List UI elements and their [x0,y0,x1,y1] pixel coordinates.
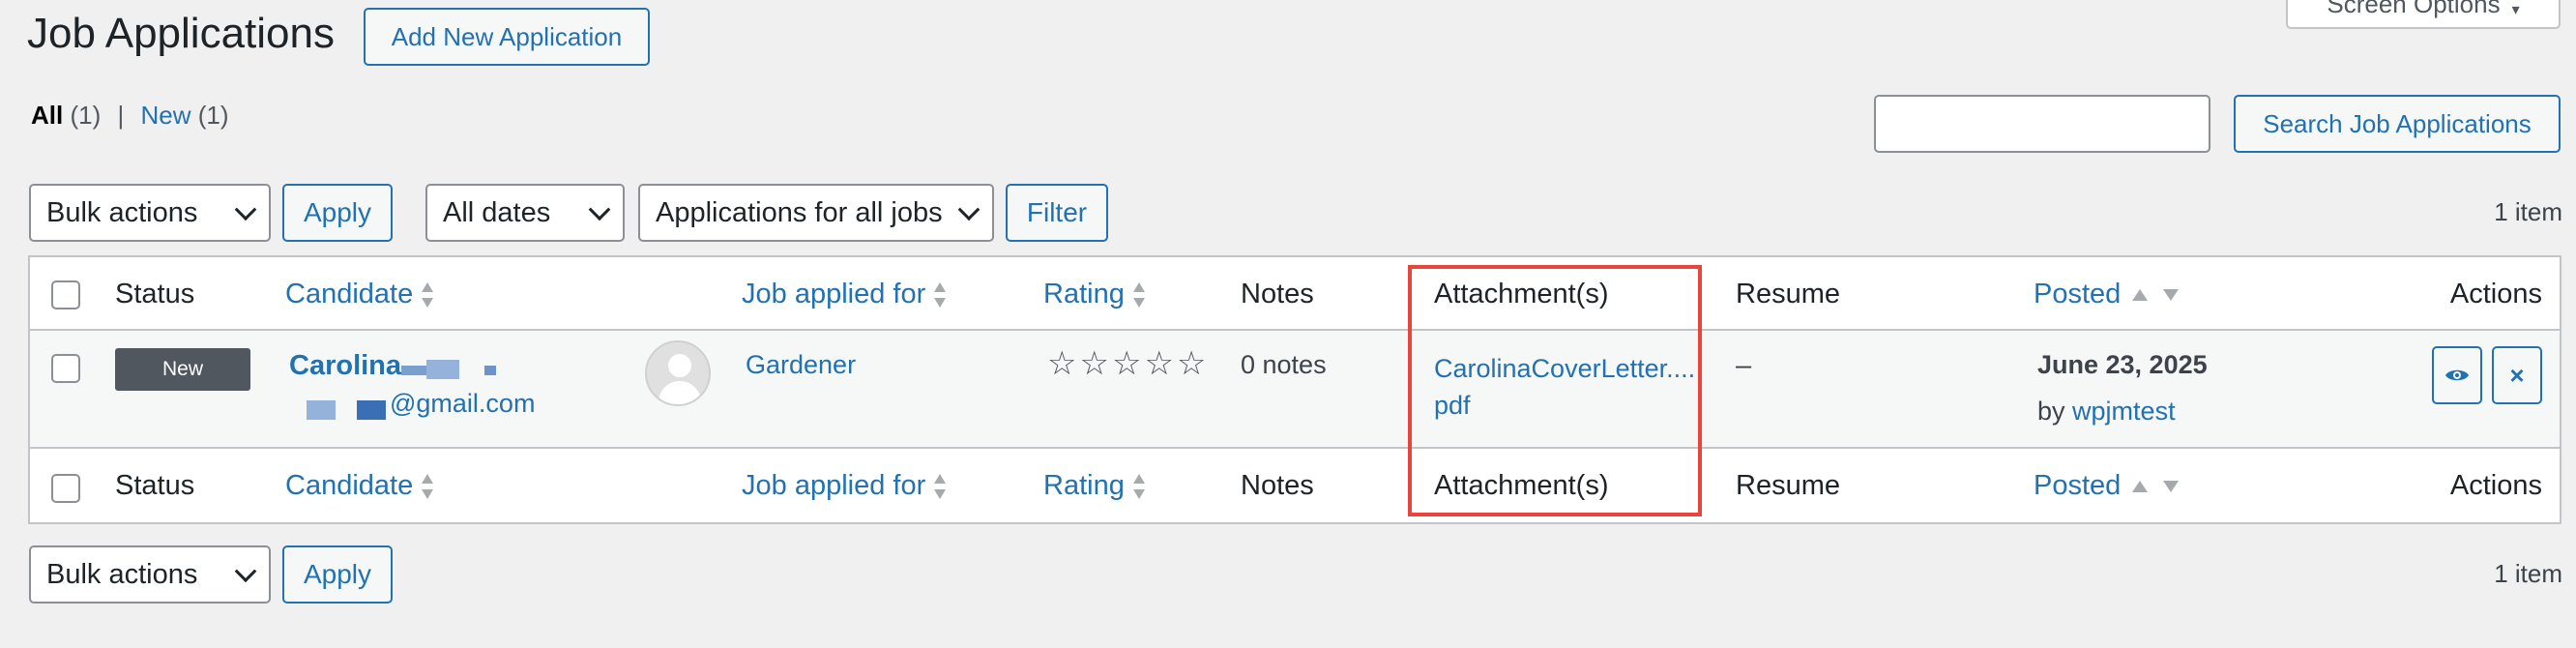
views-list: All (1) | New (1) [31,101,229,131]
view-all-link[interactable]: All [31,101,63,130]
sort-asc-icon [2132,481,2149,493]
column-posted-footer[interactable]: Posted [2034,470,2180,502]
column-job-label: Job applied for [742,279,926,309]
rating-stars[interactable]: ☆☆☆☆☆ [1047,344,1209,383]
candidate-name: Carolina [289,350,402,381]
chevron-down-icon [234,198,257,221]
item-count-top: 1 item [2494,197,2562,226]
avatar [645,340,711,406]
candidate-email-link[interactable]: @gmail.com [390,389,535,419]
sort-icon [421,280,434,309]
view-new-count: (1) [197,101,229,130]
column-candidate-footer[interactable]: Candidate [285,470,434,502]
column-rating-label: Rating [1043,279,1125,309]
column-resume: Resume [1736,279,1840,309]
chevron-down-icon: ▾ [2511,2,2520,18]
view-new-link[interactable]: New [140,101,190,130]
apply-button-bottom[interactable]: Apply [282,545,393,604]
chevron-down-icon [957,198,981,221]
select-all-checkbox-bottom[interactable] [51,474,80,503]
row-checkbox[interactable] [51,354,80,383]
column-resume-footer: Resume [1736,470,1840,501]
views-separator: | [117,101,125,130]
screen-options-label: Screen Options [2327,0,2501,18]
eye-icon [2445,369,2469,381]
apply-button-top[interactable]: Apply [282,184,393,242]
redacted-email [307,400,336,420]
status-badge: New [115,348,250,391]
filter-button[interactable]: Filter [1006,184,1108,242]
view-all-count: (1) [70,101,102,130]
applications-table: Status Candidate Job applied for Rating … [28,255,2561,524]
attachments-column-highlight [1408,265,1702,516]
column-job-label: Job applied for [742,470,926,501]
column-candidate[interactable]: Candidate [285,279,434,310]
posted-by-prefix: by [2037,397,2065,426]
search-button[interactable]: Search Job Applications [2234,95,2561,153]
sort-desc-icon [2163,481,2180,493]
sort-icon [1132,280,1146,309]
column-actions: Actions [2449,279,2542,309]
page-title: Job Applications [27,10,335,57]
sort-asc-icon [2132,289,2149,302]
posted-date: June 23, 2025 [2037,350,2208,379]
column-rating[interactable]: Rating [1043,279,1146,310]
table-header-row: Status Candidate Job applied for Rating … [30,257,2560,331]
bulk-actions-value: Bulk actions [46,558,198,590]
bulk-actions-value: Bulk actions [46,196,198,228]
bulk-actions-select-top[interactable]: Bulk actions [29,184,271,242]
sort-icon [933,280,947,309]
column-status: Status [115,279,195,309]
search-input[interactable] [1874,95,2210,153]
column-actions-footer: Actions [2449,470,2542,501]
posted-by: by wpjmtest [2037,397,2176,427]
column-posted-label: Posted [2034,279,2122,309]
resume-value: – [1736,350,1752,381]
candidate-name-link[interactable]: Carolina [289,350,401,382]
notes-count: 0 notes [1241,350,1327,379]
column-candidate-label: Candidate [285,279,414,309]
add-new-application-button[interactable]: Add New Application [364,8,650,66]
redacted-surname [484,366,496,375]
dates-filter-select[interactable]: All dates [425,184,625,242]
posted-by-user-link[interactable]: wpjmtest [2072,397,2176,426]
column-job[interactable]: Job applied for [742,279,947,310]
job-link[interactable]: Gardener [746,350,856,380]
column-notes: Notes [1241,279,1314,309]
column-posted[interactable]: Posted [2034,279,2180,310]
item-count-bottom: 1 item [2494,559,2562,588]
sort-icon [933,472,947,501]
column-rating-footer[interactable]: Rating [1043,470,1146,502]
sort-desc-icon [2163,289,2180,302]
close-icon: × [2509,360,2525,390]
table-footer-row: Status Candidate Job applied for Rating … [30,449,2560,522]
column-status-footer: Status [115,470,195,501]
column-notes-footer: Notes [1241,470,1314,501]
sort-icon [1132,472,1146,501]
jobs-filter-value: Applications for all jobs [656,196,943,228]
bulk-actions-select-bottom[interactable]: Bulk actions [29,545,271,604]
column-posted-label: Posted [2034,470,2122,501]
column-rating-label: Rating [1043,470,1125,501]
dates-filter-value: All dates [443,196,551,228]
chevron-down-icon [588,198,611,221]
column-job-footer[interactable]: Job applied for [742,470,947,502]
chevron-down-icon [234,560,257,583]
table-row: New Carolina @gmail.com Gardener ☆☆☆☆☆ 0… [30,331,2560,449]
view-button[interactable] [2432,346,2482,404]
jobs-filter-select[interactable]: Applications for all jobs [638,184,994,242]
column-candidate-label: Candidate [285,470,414,501]
redacted-surname [426,360,459,379]
redacted-email [357,400,386,420]
select-all-checkbox[interactable] [51,280,80,309]
screen-options-button[interactable]: Screen Options ▾ [2286,0,2561,29]
delete-button[interactable]: × [2492,346,2542,404]
sort-icon [421,472,434,501]
